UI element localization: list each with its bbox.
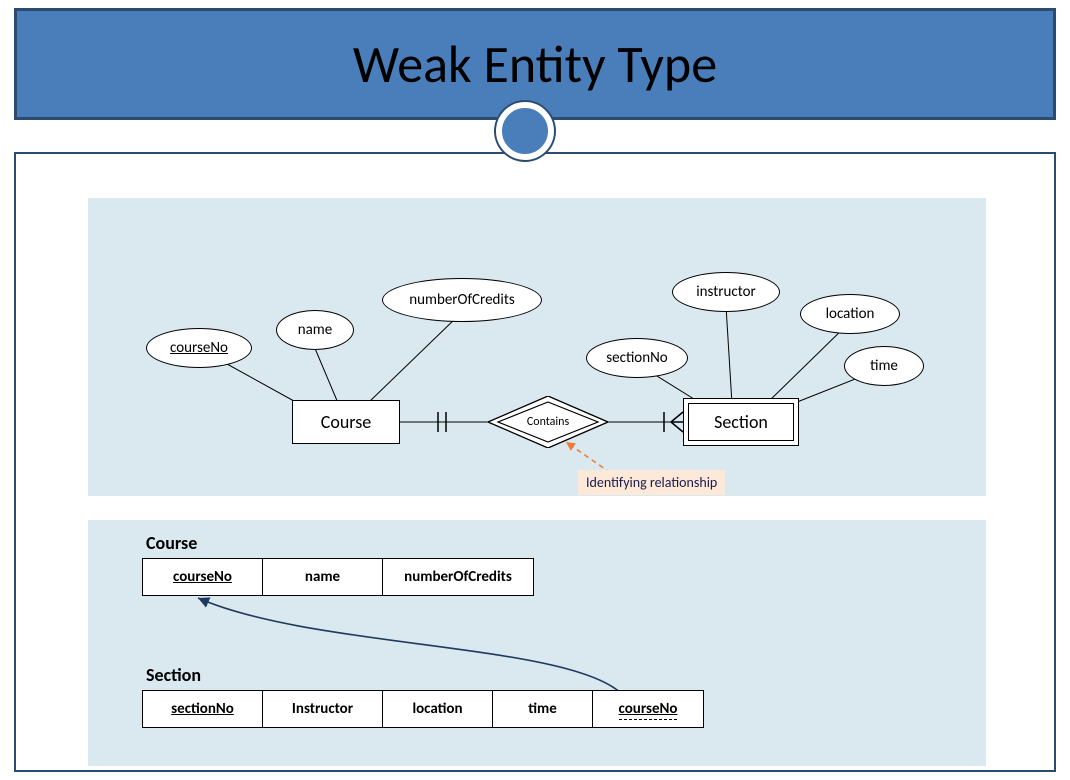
schema-section-row: sectionNo Instructor location time cours… — [142, 690, 704, 728]
er-panel: courseNo name numberOfCredits sectionNo … — [88, 198, 986, 496]
attr-label: name — [298, 321, 333, 339]
attr-numberofcredits: numberOfCredits — [382, 278, 542, 322]
schema-panel: Course courseNo name numberOfCredits Sec… — [88, 520, 986, 766]
attr-sectionno: sectionNo — [586, 338, 688, 378]
attr-time: time — [844, 346, 924, 386]
schema-course-title: Course — [146, 532, 197, 554]
schema-cell: numberOfCredits — [383, 559, 533, 595]
entity-course: Course — [292, 400, 400, 444]
relationship-contains: Contains — [488, 396, 608, 448]
entity-label: Course — [321, 411, 372, 433]
page-title: Weak Entity Type — [353, 32, 717, 96]
schema-cell: sectionNo — [143, 691, 263, 727]
entity-label: Section — [714, 411, 768, 433]
attr-label: location — [826, 305, 875, 323]
schema-cell: courseNo — [593, 691, 703, 727]
content-frame: courseNo name numberOfCredits sectionNo … — [14, 152, 1056, 772]
relationship-label: Contains — [527, 415, 569, 429]
schema-cell: time — [493, 691, 593, 727]
schema-cell: name — [263, 559, 383, 595]
attr-courseno: courseNo — [146, 328, 252, 368]
attr-location: location — [800, 294, 900, 334]
attr-label: time — [870, 357, 898, 375]
attr-name: name — [276, 310, 354, 350]
schema-section-title: Section — [146, 664, 201, 686]
entity-section: Section — [683, 398, 799, 446]
attr-label: instructor — [696, 283, 756, 301]
decor-circle — [496, 102, 554, 160]
attr-label: sectionNo — [606, 349, 667, 367]
schema-course-row: courseNo name numberOfCredits — [142, 558, 534, 596]
fk-arrow — [88, 520, 986, 766]
schema-cell: Instructor — [263, 691, 383, 727]
schema-cell: location — [383, 691, 493, 727]
attr-label: numberOfCredits — [409, 291, 515, 309]
note-label: Identifying relationship — [586, 474, 717, 491]
note-identifying-relationship: Identifying relationship — [578, 470, 725, 495]
attr-instructor: instructor — [672, 272, 780, 312]
attr-label: courseNo — [170, 339, 228, 357]
schema-cell: courseNo — [143, 559, 263, 595]
